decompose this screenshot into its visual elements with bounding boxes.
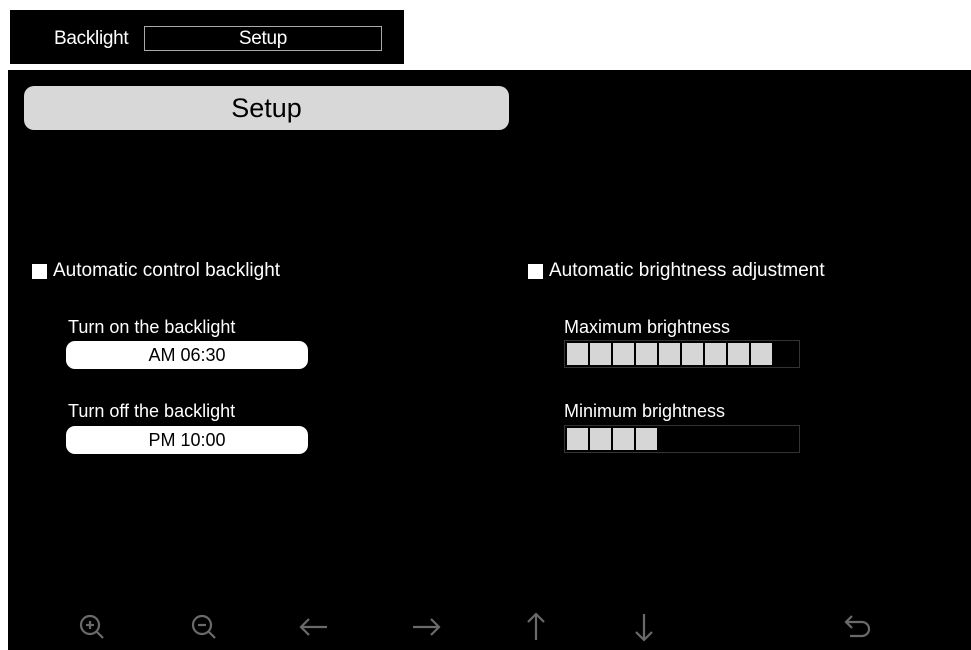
brightness-segment [705,343,726,365]
return-icon[interactable] [838,610,878,644]
brightness-segment [590,428,611,450]
top-strip: Backlight Setup [10,10,404,64]
zoom-in-icon[interactable] [72,610,112,644]
checkbox-box[interactable] [32,263,47,279]
brightness-segment [590,343,611,365]
setup-field[interactable]: Setup [144,26,382,51]
brightness-segment [682,343,703,365]
min-brightness-label: Minimum brightness [564,401,726,421]
zoom-out-icon[interactable] [184,610,224,644]
arrow-right-icon[interactable] [406,610,446,644]
brightness-segment [567,343,588,365]
brightness-segment [751,343,772,365]
auto-backlight-label: Automatic control backlight [53,260,281,281]
page-title: Setup [24,86,509,130]
backlight-label: Backlight [54,28,129,49]
turn-on-time-field[interactable]: AM 06:30 [66,341,308,369]
turn-off-label: Turn off the backlight [68,401,236,421]
auto-brightness-checkbox[interactable]: Automatic brightness adjustment [528,260,825,282]
checkbox-box[interactable] [528,263,543,279]
device-screen: Setup Automatic control backlight Turn o… [8,70,971,650]
brightness-segment [728,343,749,365]
max-brightness-bar[interactable] [564,340,800,368]
arrow-down-icon[interactable] [624,610,664,644]
auto-brightness-label: Automatic brightness adjustment [549,260,825,281]
brightness-segment [613,428,634,450]
max-brightness-label: Maximum brightness [564,317,731,337]
brightness-segment [659,343,680,365]
turn-on-label: Turn on the backlight [68,317,236,337]
arrow-up-icon[interactable] [516,610,556,644]
brightness-segment [636,428,657,450]
brightness-segment [613,343,634,365]
turn-off-time-field[interactable]: PM 10:00 [66,426,308,454]
brightness-segment [636,343,657,365]
min-brightness-bar[interactable] [564,425,800,453]
auto-backlight-checkbox[interactable]: Automatic control backlight [32,260,280,282]
brightness-segment [567,428,588,450]
arrow-left-icon[interactable] [294,610,334,644]
